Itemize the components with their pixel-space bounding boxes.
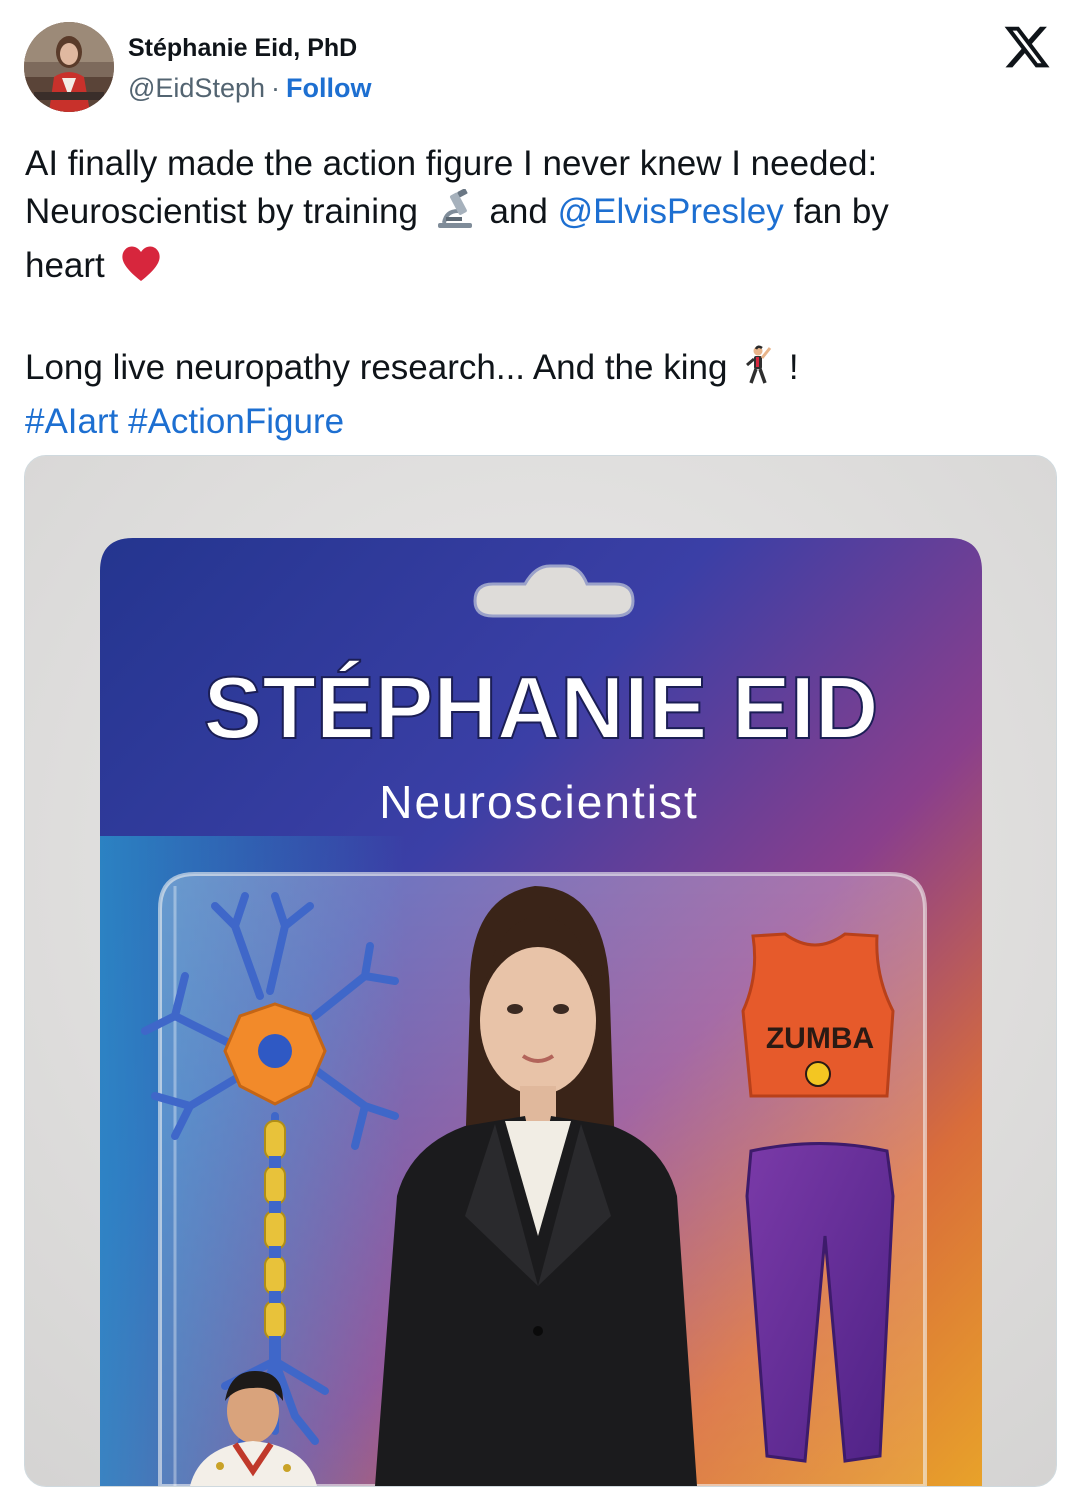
- tweet-line-3: heart: [25, 246, 105, 285]
- tweet-line: Neuroscientist by training and @ElvisPre…: [25, 188, 1055, 242]
- author-handle-row: @EidSteph · Follow: [128, 72, 371, 104]
- tweet-line: heart: [25, 242, 1055, 296]
- tweet-header: Stéphanie Eid, PhD @EidSteph · Follow: [22, 20, 1062, 112]
- package-subtitle: Neuroscientist: [379, 776, 698, 828]
- hashtag-link[interactable]: #AIart: [25, 402, 118, 441]
- mention-link[interactable]: @ElvisPresley: [558, 192, 784, 231]
- tweet-line-1: AI finally made the action figure I neve…: [25, 144, 878, 183]
- handle-separator: ·: [271, 73, 280, 103]
- tweet-media[interactable]: STÉPHANIE EID Neuroscientist ZUMBA: [24, 455, 1057, 1487]
- microscope-icon: [432, 188, 476, 242]
- dancer-icon: [741, 345, 775, 398]
- tweet-line-4: Long live neuropathy research... And the…: [25, 348, 728, 387]
- author-handle[interactable]: @EidSteph: [128, 73, 265, 103]
- tweet-line-2-end: fan by: [793, 192, 889, 231]
- tweet-line: AI finally made the action figure I neve…: [25, 140, 1055, 188]
- author-block: Stéphanie Eid, PhD @EidSteph · Follow: [128, 32, 371, 104]
- package-title: STÉPHANIE EID: [204, 658, 879, 757]
- zumba-top-accessory: ZUMBA: [741, 932, 895, 1098]
- tweet-line: Long live neuropathy research... And the…: [25, 344, 1055, 398]
- x-logo-icon[interactable]: [1002, 22, 1052, 72]
- heart-icon: [119, 243, 163, 296]
- hashtag-link[interactable]: #ActionFigure: [128, 402, 344, 441]
- tweet-line-2-mid: and: [489, 192, 548, 231]
- author-avatar[interactable]: [24, 22, 114, 112]
- tweet-line: #AIart #ActionFigure: [25, 398, 1055, 446]
- author-display-name[interactable]: Stéphanie Eid, PhD: [128, 32, 371, 64]
- zumba-label: ZUMBA: [766, 1022, 874, 1055]
- tweet-line-4-end: !: [788, 348, 799, 387]
- follow-button[interactable]: Follow: [286, 73, 371, 103]
- action-figure-image: STÉPHANIE EID Neuroscientist ZUMBA: [25, 456, 1056, 1486]
- profile-photo-icon: [24, 22, 114, 112]
- tweet-text: AI finally made the action figure I neve…: [25, 140, 1055, 446]
- tweet-line-2-start: Neuroscientist by training: [25, 192, 418, 231]
